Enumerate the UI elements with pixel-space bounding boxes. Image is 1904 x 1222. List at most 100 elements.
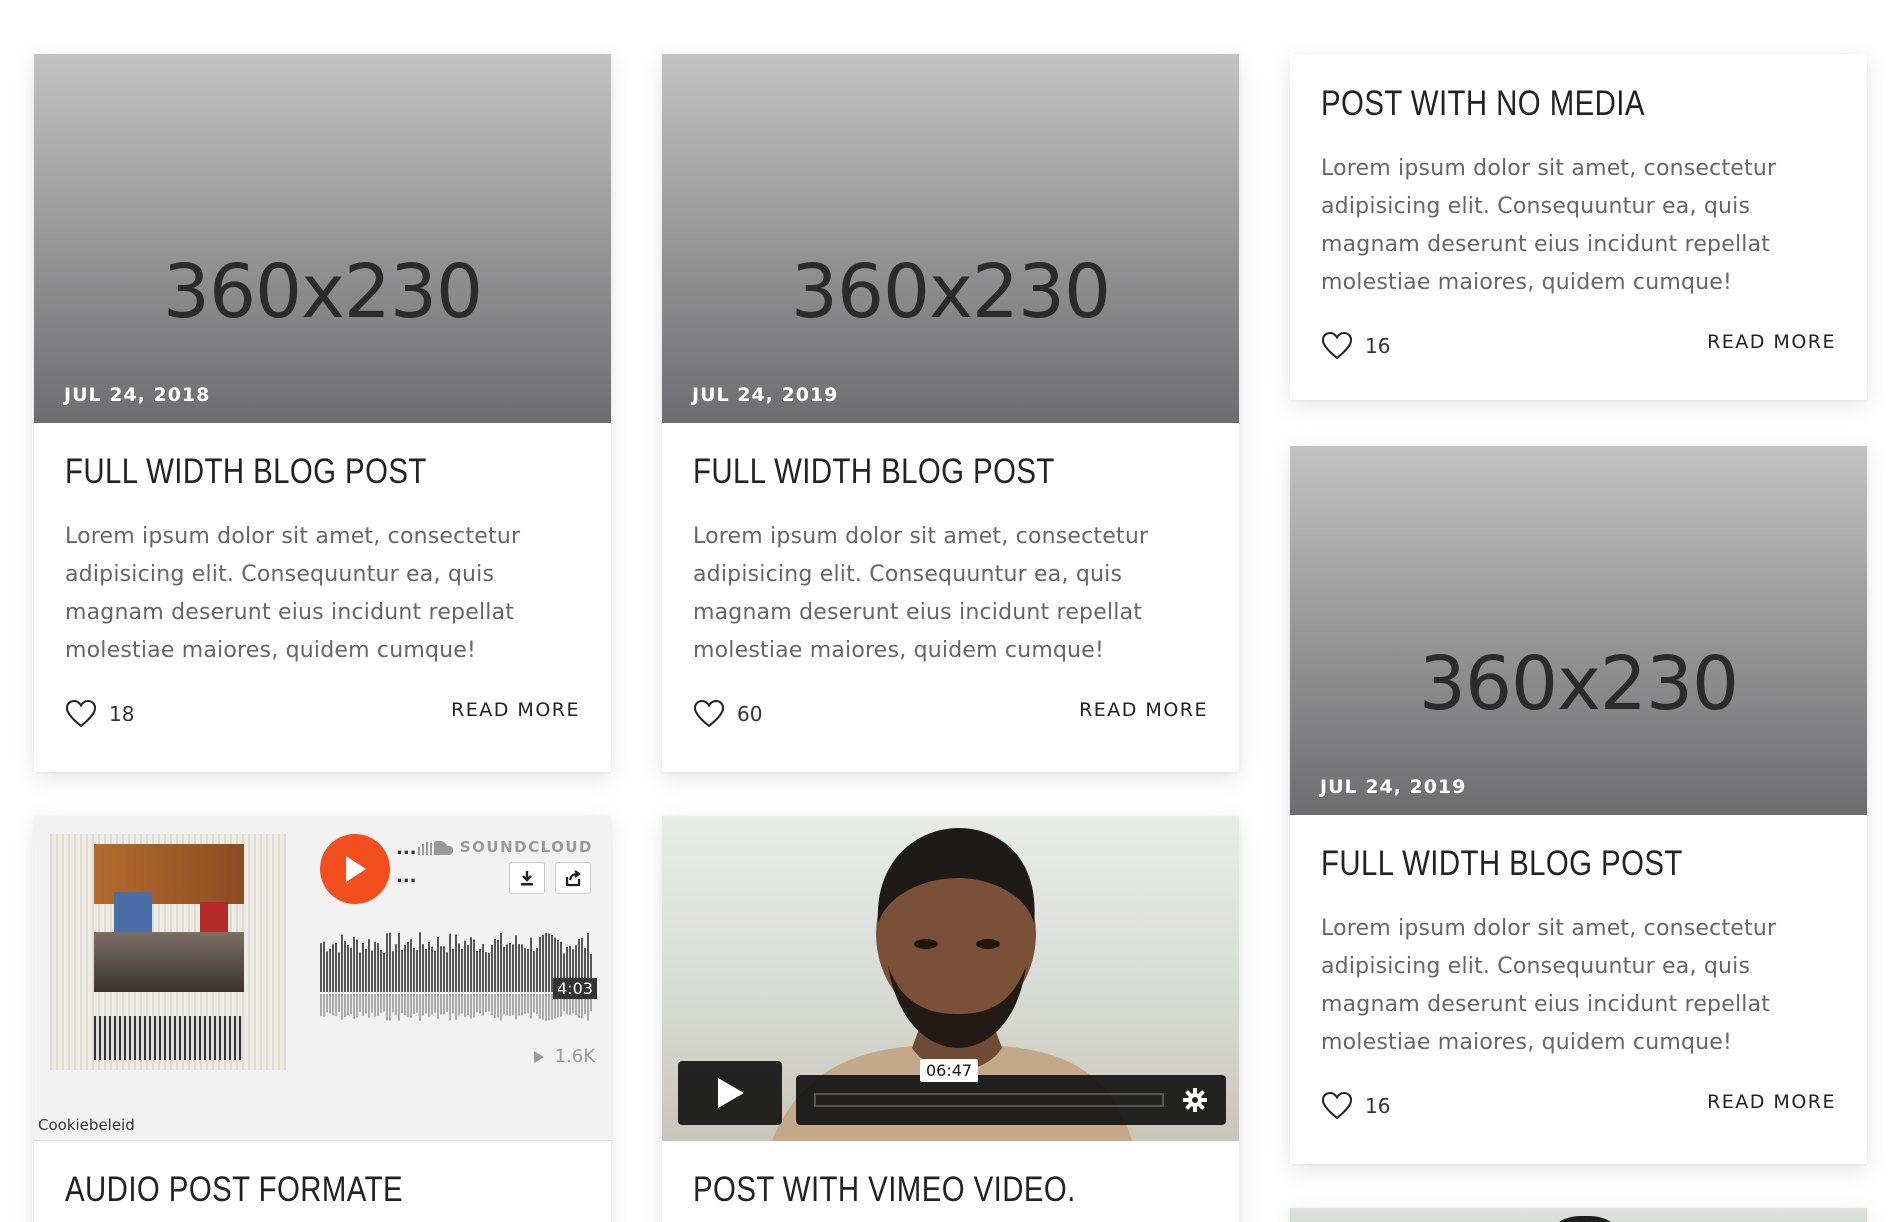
- waveform-bar-reflection: [434, 994, 436, 1013]
- waveform-bar-reflection: [407, 994, 409, 1017]
- share-icon: [565, 870, 581, 887]
- heart-icon: [1321, 1091, 1353, 1120]
- share-button[interactable]: [555, 862, 591, 894]
- read-more-link[interactable]: READ MORE: [1707, 1091, 1836, 1113]
- post-thumbnail[interactable]: 360x230 JUL 24, 2019: [1290, 446, 1867, 815]
- post-date: JUL 24, 2019: [692, 384, 839, 406]
- waveform-bar-reflection: [485, 994, 487, 1012]
- waveform-bar-reflection: [437, 994, 439, 1019]
- post-title[interactable]: POST WITH VIMEO VIDEO.: [693, 1170, 1126, 1210]
- waveform-bar: [347, 944, 349, 992]
- post-thumbnail[interactable]: 360x230 JUL 24, 2018: [34, 54, 611, 423]
- waveform-bar-reflection: [509, 994, 511, 1017]
- post-title[interactable]: FULL WIDTH BLOG POST: [1321, 844, 1754, 884]
- play-icon: [718, 1078, 744, 1108]
- waveform-bar: [530, 937, 532, 992]
- play-count: 1.6K: [533, 1046, 595, 1067]
- waveform-bar-reflection: [323, 994, 325, 1017]
- waveform-bar-reflection: [329, 994, 331, 1014]
- waveform-bar: [386, 933, 388, 992]
- waveform-bar: [356, 939, 358, 992]
- track-duration: 4:03: [553, 978, 597, 999]
- track-user[interactable]: ...: [396, 838, 417, 859]
- like-count: 18: [109, 702, 135, 726]
- post-title[interactable]: POST WITH NO MEDIA: [1321, 84, 1754, 124]
- waveform-bar-reflection: [326, 994, 328, 1013]
- waveform-bar: [323, 941, 325, 992]
- waveform-bar: [404, 944, 406, 992]
- post-thumbnail[interactable]: [1290, 1208, 1867, 1222]
- like-button[interactable]: 16: [1321, 1091, 1390, 1121]
- waveform-bar: [368, 939, 370, 992]
- waveform-bar-reflection: [371, 994, 373, 1013]
- read-more-link[interactable]: READ MORE: [1079, 699, 1208, 721]
- waveform-bar: [428, 941, 430, 992]
- artwork-photo: [94, 932, 244, 992]
- waveform-bar-reflection: [392, 994, 394, 1013]
- play-button[interactable]: [320, 834, 390, 904]
- waveform-bar: [407, 941, 409, 992]
- cookie-link[interactable]: Cookiebeleid: [38, 1116, 135, 1134]
- waveform-bar-reflection: [395, 994, 397, 1016]
- blog-card-4: 360x230 JUL 24, 2019 FULL WIDTH BLOG POS…: [1290, 446, 1867, 1164]
- waveform-bar: [479, 949, 481, 992]
- like-count: 16: [1365, 1094, 1391, 1118]
- post-thumbnail[interactable]: 360x230 JUL 24, 2019: [662, 54, 1239, 423]
- waveform-bar-reflection: [500, 994, 502, 1021]
- waveform-bar-reflection: [374, 994, 376, 1017]
- waveform-bar: [485, 952, 487, 992]
- waveform-bar-reflection: [533, 994, 535, 1013]
- soundcloud-brand[interactable]: SOUNDCLOUD: [417, 838, 593, 856]
- artwork-detail: [114, 892, 152, 932]
- post-excerpt: Lorem ipsum dolor sit amet, consectetur …: [1321, 916, 1777, 1055]
- soundcloud-player[interactable]: ... ... SOUNDCLOUD 4:03 1.6K Cookiebelei…: [34, 816, 611, 1141]
- post-excerpt: Lorem ipsum dolor sit amet, consectetur …: [65, 524, 521, 663]
- read-more-link[interactable]: READ MORE: [1707, 331, 1836, 353]
- waveform-bar-reflection: [380, 994, 382, 1013]
- waveform-bar: [515, 935, 517, 992]
- waveform-bar: [527, 948, 529, 992]
- waveform-bar: [392, 951, 394, 992]
- gear-icon[interactable]: [1182, 1087, 1208, 1113]
- waveform-bar-reflection: [341, 994, 343, 1020]
- waveform-bar-reflection: [440, 994, 442, 1015]
- download-icon: [521, 871, 533, 886]
- vimeo-player[interactable]: 06:47: [662, 816, 1239, 1141]
- waveform-bar-reflection: [542, 994, 544, 1020]
- waveform-bar: [434, 950, 436, 992]
- waveform-bar: [332, 944, 334, 992]
- post-title[interactable]: FULL WIDTH BLOG POST: [65, 452, 498, 492]
- like-button[interactable]: 16: [1321, 331, 1390, 361]
- post-date: JUL 24, 2019: [1320, 776, 1467, 798]
- post-title[interactable]: FULL WIDTH BLOG POST: [693, 452, 1126, 492]
- waveform-bar-reflection: [383, 994, 385, 1012]
- play-button[interactable]: [678, 1061, 782, 1125]
- waveform-bar: [338, 952, 340, 992]
- waveform-bar-reflection: [422, 994, 424, 1016]
- album-artwork[interactable]: [50, 834, 286, 1070]
- progress-bar[interactable]: 06:47: [796, 1059, 1226, 1125]
- waveform[interactable]: [320, 932, 594, 1022]
- artwork-crowd: [94, 1016, 244, 1060]
- waveform-bar: [371, 950, 373, 992]
- waveform-bar: [425, 948, 427, 992]
- track-title[interactable]: ...: [396, 866, 417, 887]
- waveform-bar-reflection: [425, 994, 427, 1014]
- read-more-link[interactable]: READ MORE: [451, 699, 580, 721]
- like-button[interactable]: 18: [65, 699, 134, 729]
- like-button[interactable]: 60: [693, 699, 762, 729]
- waveform-bar-reflection: [479, 994, 481, 1014]
- post-excerpt: Lorem ipsum dolor sit amet, consectetur …: [1321, 156, 1777, 295]
- blog-card-next: [1290, 1208, 1867, 1222]
- waveform-bar-reflection: [494, 994, 496, 1018]
- post-title[interactable]: AUDIO POST FORMATE: [65, 1170, 498, 1210]
- waveform-bar: [395, 944, 397, 992]
- progress-track[interactable]: [814, 1093, 1164, 1107]
- download-button[interactable]: [509, 862, 545, 894]
- waveform-bar: [443, 946, 445, 992]
- waveform-bar-reflection: [539, 994, 541, 1019]
- waveform-bar-reflection: [446, 994, 448, 1012]
- video-frame: [1540, 1216, 1630, 1222]
- placeholder-label: 360x230: [790, 249, 1111, 335]
- play-icon: [346, 856, 366, 882]
